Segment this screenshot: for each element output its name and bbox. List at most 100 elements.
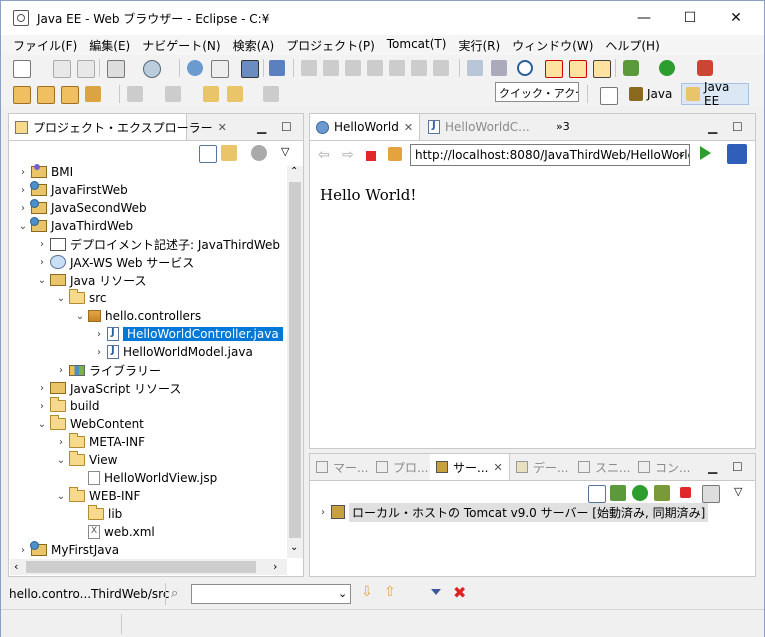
close-tab-icon[interactable]: ✕	[404, 121, 413, 134]
debug-server-icon[interactable]	[610, 485, 626, 501]
browser-forward-icon[interactable]: ⇨	[342, 147, 354, 163]
collapsed-chevron-icon[interactable]: ›	[55, 437, 67, 448]
use-step-filters-icon[interactable]	[491, 60, 507, 76]
tab-properties[interactable]: プロ...	[370, 454, 428, 480]
find-input[interactable]	[191, 584, 351, 604]
expanded-chevron-icon[interactable]: ⌄	[55, 293, 67, 304]
minimize-button[interactable]: —	[621, 1, 667, 35]
expand-chevron-icon[interactable]: ›	[317, 507, 329, 518]
gear-icon[interactable]	[517, 60, 533, 76]
scroll-up-icon[interactable]: ⌃	[290, 166, 298, 177]
new-icon[interactable]	[13, 60, 31, 78]
globe-icon[interactable]	[187, 60, 203, 76]
tree-item[interactable]: › JavaScript リソース	[36, 379, 181, 397]
tree-item[interactable]: ⌄ WEB-INF	[55, 487, 140, 505]
url-dropdown-chevron-down-icon[interactable]: ⌄	[677, 147, 686, 160]
menu-run[interactable]: 実行(R)	[452, 35, 506, 55]
close-button[interactable]: ✕	[713, 1, 759, 35]
link-editor-icon[interactable]	[221, 145, 237, 161]
suspend-icon[interactable]	[323, 60, 339, 76]
tree-hscroll-thumb[interactable]	[26, 561, 256, 573]
browser-stop-icon[interactable]	[366, 151, 376, 161]
menu-tomcat[interactable]: Tomcat(T)	[381, 35, 453, 55]
scroll-right-icon[interactable]: ›	[273, 560, 277, 573]
collapsed-chevron-icon[interactable]: ›	[17, 185, 29, 196]
collapsed-chevron-icon[interactable]: ›	[17, 203, 29, 214]
monitor-icon[interactable]	[241, 60, 259, 78]
tree-item[interactable]: ⌄ JavaThirdWeb	[17, 217, 133, 235]
tree-item[interactable]: ⌄ WebContent	[36, 415, 144, 433]
tree-item[interactable]: ⌄ Java リソース	[36, 271, 147, 289]
tomcat-server-row[interactable]: › ローカル・ホストの Tomcat v9.0 サーバー [始動済み, 同期済み…	[317, 502, 709, 522]
terminate-icon[interactable]	[345, 60, 361, 76]
next-annotation-icon[interactable]	[127, 86, 143, 102]
tree-item[interactable]: › HelloWorldModel.java	[93, 343, 253, 361]
collapsed-chevron-icon[interactable]: ›	[17, 545, 29, 556]
publish-icon[interactable]	[702, 485, 720, 503]
tab-servers[interactable]: サー... ✕	[430, 454, 510, 480]
menu-search[interactable]: 検索(A)	[227, 35, 281, 55]
console-icon[interactable]	[211, 60, 229, 78]
tree-item[interactable]: web.xml	[74, 523, 155, 541]
tree-item[interactable]: › MyFirstJava	[17, 541, 119, 559]
tab-data-source[interactable]: デー...	[510, 454, 572, 480]
expanded-chevron-icon[interactable]: ⌄	[36, 275, 48, 286]
menu-navigate[interactable]: ナビゲート(N)	[136, 35, 226, 55]
open-task-icon[interactable]	[61, 86, 79, 104]
tree-item[interactable]: › BMI	[17, 163, 73, 181]
tree-item[interactable]: lib	[74, 505, 122, 523]
tomcat-restart-icon[interactable]	[593, 60, 611, 78]
menu-file[interactable]: ファイル(F)	[1, 35, 83, 55]
tree-scroll-thumb[interactable]	[289, 182, 301, 538]
tree-vertical-scrollbar[interactable]: ⌃ ⌄	[287, 166, 303, 558]
tab-markers[interactable]: マー...	[310, 454, 368, 480]
tree-item[interactable]: ⌄ hello.controllers	[74, 307, 201, 325]
search-icon[interactable]	[85, 86, 101, 102]
maximize-view-icon[interactable]: ☐	[281, 120, 292, 134]
expanded-chevron-icon[interactable]: ⌄	[55, 491, 67, 502]
close-tab-icon[interactable]: ✕	[493, 461, 502, 474]
collapsed-chevron-icon[interactable]: ›	[93, 347, 105, 358]
tree-item[interactable]: › HelloWorldController.java	[93, 325, 283, 343]
collapsed-chevron-icon[interactable]: ›	[36, 383, 48, 394]
tree-item[interactable]: › JavaSecondWeb	[17, 199, 147, 217]
expanded-chevron-icon[interactable]: ⌄	[17, 221, 29, 232]
resume-icon[interactable]	[301, 60, 317, 76]
tree-item[interactable]: HelloWorldView.jsp	[74, 469, 217, 487]
url-input[interactable]: http://localhost:8080/JavaThirdWeb/Hello…	[410, 144, 690, 166]
minimize-view-icon[interactable]: ▁	[257, 120, 266, 134]
minimize-editor-icon[interactable]: ▁	[708, 120, 717, 134]
open-external-browser-icon[interactable]	[727, 144, 747, 164]
find-previous-icon[interactable]: ⇧	[384, 584, 396, 600]
save-all-icon[interactable]	[77, 60, 95, 78]
pin-icon[interactable]	[269, 60, 285, 76]
perspective-java[interactable]: Java	[625, 83, 679, 105]
view-menu-chevron-down-icon[interactable]: ▽	[281, 145, 289, 158]
maximize-editor-icon[interactable]: ☐	[732, 120, 743, 134]
expanded-chevron-icon[interactable]: ⌄	[36, 419, 48, 430]
tree-item[interactable]: › META-INF	[55, 433, 145, 451]
forward-icon[interactable]	[263, 86, 279, 102]
scroll-left-icon[interactable]: ‹	[14, 560, 18, 573]
collapsed-chevron-icon[interactable]: ›	[36, 257, 48, 268]
tab-project-explorer[interactable]: プロジェクト・エクスプローラー ✕	[9, 114, 227, 140]
tab-hello-world-controller[interactable]: HelloWorldC...	[422, 114, 534, 140]
tab-snippets[interactable]: スニ...	[572, 454, 632, 480]
tab-console[interactable]: コン...	[632, 454, 694, 480]
perspective-java-ee[interactable]: Java EE	[681, 80, 749, 108]
maximize-servers-icon[interactable]: ☐	[732, 460, 743, 474]
debug-icon[interactable]	[623, 60, 639, 76]
tree-item[interactable]: › JAX-WS Web サービス	[36, 253, 194, 271]
tree-item[interactable]: › ライブラリー	[55, 361, 161, 379]
find-next-icon[interactable]: ⇩	[361, 584, 373, 600]
close-tab-icon[interactable]: ✕	[218, 121, 227, 134]
back-icon[interactable]	[227, 86, 243, 102]
collapsed-chevron-icon[interactable]: ›	[55, 365, 67, 376]
step-over-icon[interactable]	[411, 60, 427, 76]
collapse-all-icon[interactable]	[588, 485, 606, 503]
new-server-icon[interactable]	[107, 60, 125, 78]
view-menu-chevron-down-icon[interactable]: ▽	[734, 485, 742, 498]
open-type-icon[interactable]	[37, 86, 55, 104]
collapsed-chevron-icon[interactable]: ›	[36, 239, 48, 250]
tree-item[interactable]: › JavaFirstWeb	[17, 181, 128, 199]
